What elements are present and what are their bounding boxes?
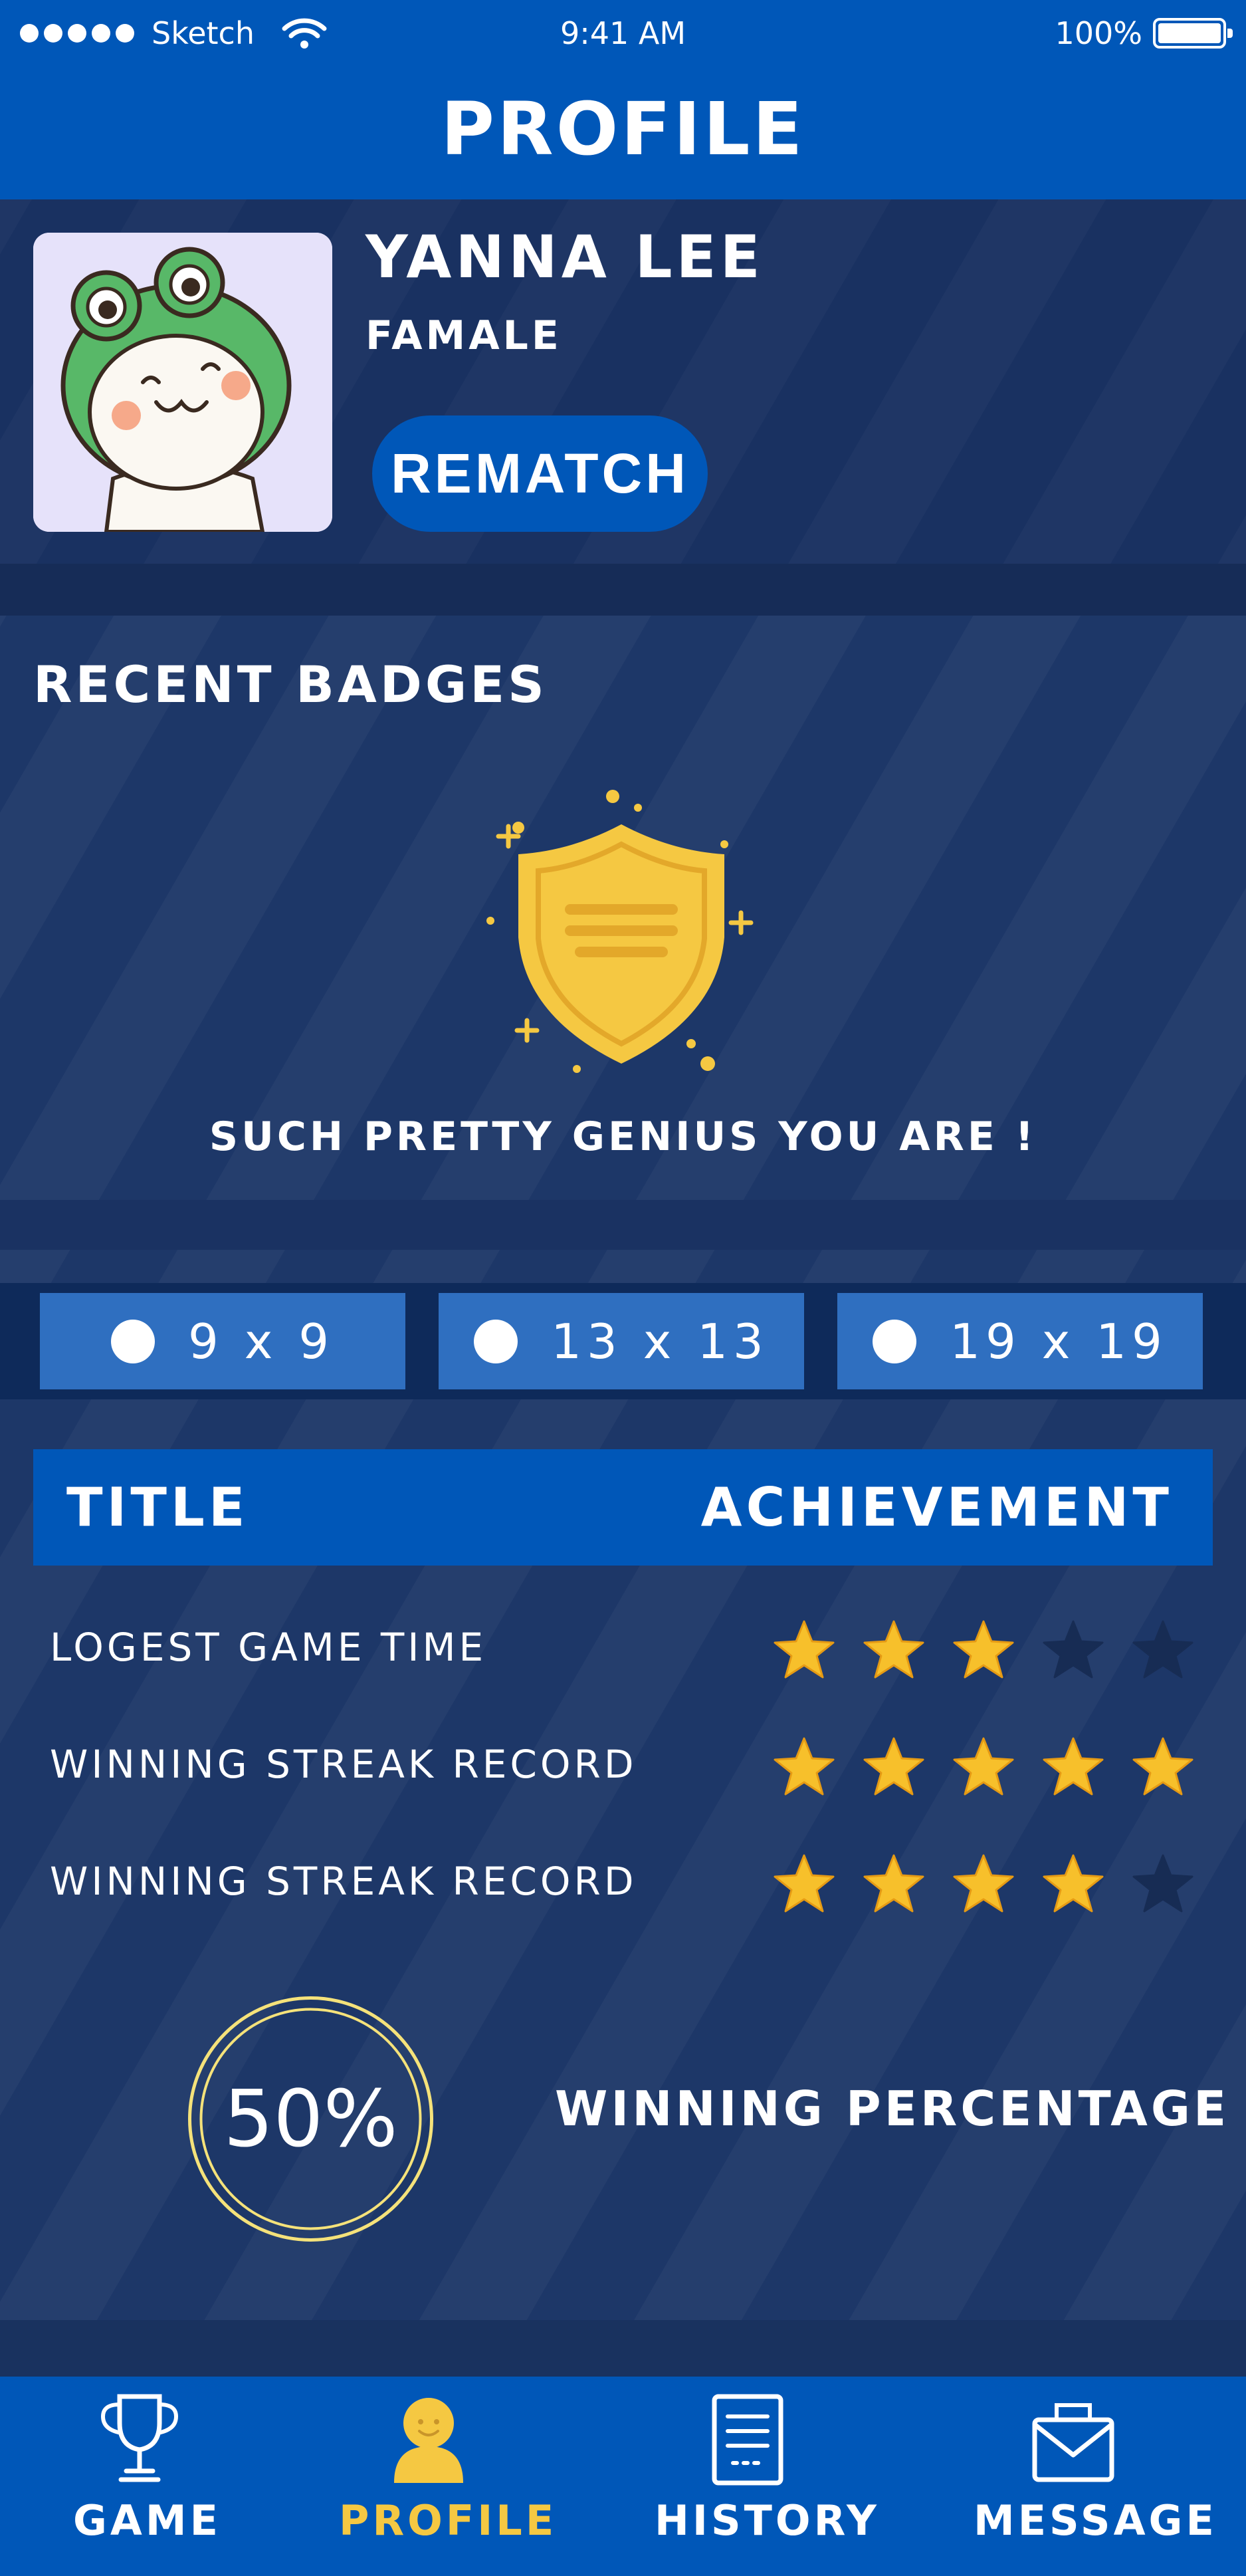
star-filled-icon [1043,1737,1104,1796]
star-filled-icon [1043,1854,1104,1913]
avatar[interactable] [33,233,332,532]
table-row: LOGEST GAME TIME [50,1607,1196,1687]
section-divider [0,1200,1246,1250]
star-empty-icon [1132,1854,1194,1913]
page-title: PROFILE [441,86,805,172]
star-filled-icon [1132,1737,1194,1796]
star-rating [748,1617,1196,1684]
frog-hood-avatar-icon [33,233,332,532]
achievement-label: LOGEST GAME TIME [50,1625,487,1670]
star-empty-icon [1043,1620,1104,1679]
document-icon [712,2394,783,2486]
achievement-table-header: TITLE ACHIEVEMENT [33,1449,1213,1566]
star-filled-icon [774,1737,835,1796]
star-filled-icon [863,1854,924,1913]
table-row: WINNING STREAK RECORD [50,1724,1196,1804]
rematch-button[interactable]: REMATCH [372,415,708,532]
envelope-icon [1032,2403,1114,2482]
battery-group: 100% [1055,13,1233,53]
status-bar: Sketch 9:41 AM 100% [0,0,1246,66]
person-icon [394,2398,463,2483]
nav-item-history[interactable]: HISTORY [655,2390,880,2569]
nav-label: MESSAGE [974,2496,1217,2545]
badge-caption: SUCH PRETTY GENIUS YOU ARE ! [209,1113,1037,1160]
battery-percent: 100% [1055,15,1142,51]
star-filled-icon [863,1620,924,1679]
tab-label: 19 x 19 [950,1313,1168,1369]
radio-icon [873,1319,917,1363]
winning-percentage-value: 50% [223,2073,398,2165]
trophy-icon [100,2394,179,2482]
nav-label: PROFILE [339,2496,558,2545]
profile-gender: FAMALE [365,312,562,359]
star-empty-icon [1132,1620,1194,1679]
star-filled-icon [953,1737,1014,1796]
star-filled-icon [774,1620,835,1679]
header-bar: Sketch 9:41 AM 100% PROFILE [0,0,1246,199]
tab-label: 13 x 13 [551,1313,769,1369]
star-filled-icon [953,1620,1014,1679]
winning-percentage-label: WINNING PERCENTAGE [555,2081,1230,2137]
nav-item-profile[interactable]: PROFILE [339,2390,558,2569]
profile-name: YANNA LEE [365,223,764,291]
star-filled-icon [953,1854,1014,1913]
radio-icon [474,1319,518,1363]
column-title: TITLE [66,1476,249,1538]
achievement-label: WINNING STREAK RECORD [50,1859,637,1904]
tab-19x19[interactable]: 19 x 19 [837,1293,1203,1389]
table-row: WINNING STREAK RECORD [50,1841,1196,1921]
star-filled-icon [863,1737,924,1796]
nav-label: HISTORY [655,2496,880,2545]
nav-item-message[interactable]: MESSAGE [974,2390,1217,2569]
column-achievement: ACHIEVEMENT [700,1476,1173,1538]
nav-label: GAME [73,2496,221,2545]
radio-icon [111,1319,155,1363]
section-divider [0,564,1246,616]
star-filled-icon [774,1854,835,1913]
tab-label: 9 x 9 [188,1313,334,1369]
shield-badge-icon [486,790,754,1073]
badges-title: RECENT BADGES [33,655,548,714]
battery-icon [1153,18,1233,49]
achievement-label: WINNING STREAK RECORD [50,1742,637,1787]
star-rating [748,1851,1196,1918]
star-rating [748,1734,1196,1801]
bottom-divider [0,2320,1246,2377]
nav-item-game[interactable]: GAME [73,2390,221,2569]
tab-9x9[interactable]: 9 x 9 [40,1293,405,1389]
tab-13x13[interactable]: 13 x 13 [439,1293,804,1389]
